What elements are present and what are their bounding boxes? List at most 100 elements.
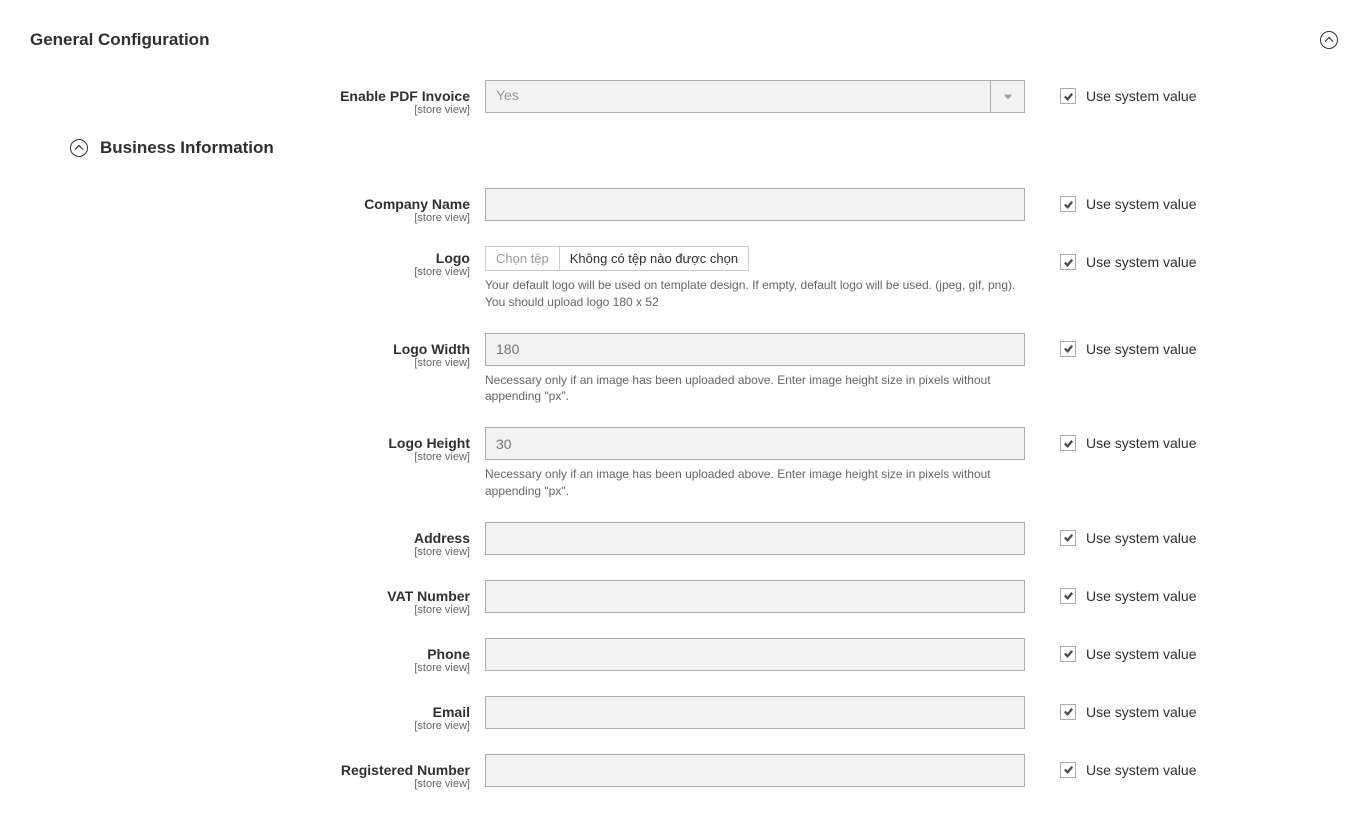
field-scope: [store view] — [30, 662, 470, 674]
label-col: Phone [store view] — [30, 638, 485, 674]
registered-number-input[interactable] — [485, 754, 1025, 787]
address-input[interactable] — [485, 522, 1025, 555]
use-system-label: Use system value — [1086, 341, 1196, 357]
subsection-collapse-toggle[interactable] — [70, 139, 88, 157]
use-system-label: Use system value — [1086, 435, 1196, 451]
checkbox-col: Use system value — [1025, 522, 1196, 546]
input-col — [485, 522, 1025, 555]
check-icon — [1063, 91, 1074, 102]
section-collapse-toggle[interactable] — [1320, 31, 1338, 49]
checkbox-col: Use system value — [1025, 754, 1196, 778]
field-label: Logo Height — [30, 435, 470, 451]
row-registered-number: Registered Number [store view] Use syste… — [30, 754, 1338, 790]
section-title: General Configuration — [30, 30, 209, 50]
use-system-label: Use system value — [1086, 588, 1196, 604]
company-name-input[interactable] — [485, 188, 1025, 221]
checkbox-col: Use system value — [1025, 427, 1196, 451]
use-system-checkbox[interactable] — [1060, 341, 1076, 357]
field-scope: [store view] — [30, 357, 470, 369]
row-vat-number: VAT Number [store view] Use system value — [30, 580, 1338, 616]
label-col: Email [store view] — [30, 696, 485, 732]
use-system-checkbox[interactable] — [1060, 762, 1076, 778]
use-system-checkbox[interactable] — [1060, 254, 1076, 270]
field-help: Necessary only if an image has been uplo… — [485, 466, 1025, 500]
check-icon — [1063, 648, 1074, 659]
use-system-label: Use system value — [1086, 704, 1196, 720]
checkbox-col: Use system value — [1025, 246, 1196, 270]
field-label: Logo — [30, 250, 470, 266]
field-label: Address — [30, 530, 470, 546]
logo-width-input[interactable] — [485, 333, 1025, 366]
file-choose-button[interactable]: Chọn tệp — [486, 247, 560, 270]
label-col: VAT Number [store view] — [30, 580, 485, 616]
field-help: Your default logo will be used on templa… — [485, 277, 1025, 311]
label-col: Address [store view] — [30, 522, 485, 558]
check-icon — [1063, 257, 1074, 268]
checkbox-col: Use system value — [1025, 696, 1196, 720]
field-scope: [store view] — [30, 546, 470, 558]
field-scope: [store view] — [30, 778, 470, 790]
chevron-down-icon — [1004, 93, 1012, 101]
use-system-label: Use system value — [1086, 762, 1196, 778]
email-input[interactable] — [485, 696, 1025, 729]
row-logo-width: Logo Width [store view] Necessary only i… — [30, 333, 1338, 406]
use-system-checkbox[interactable] — [1060, 646, 1076, 662]
input-col — [485, 188, 1025, 221]
section-header: General Configuration — [30, 30, 1338, 50]
chevron-up-icon — [74, 143, 84, 153]
checkbox-col: Use system value — [1025, 80, 1196, 104]
select-dropdown-button[interactable] — [990, 80, 1025, 113]
field-help: Necessary only if an image has been uplo… — [485, 372, 1025, 406]
checkbox-col: Use system value — [1025, 580, 1196, 604]
phone-input[interactable] — [485, 638, 1025, 671]
field-scope: [store view] — [30, 212, 470, 224]
logo-file-input[interactable]: Chọn tệp Không có tệp nào được chọn — [485, 246, 749, 271]
label-col: Logo Height [store view] — [30, 427, 485, 463]
file-status-text: Không có tệp nào được chọn — [560, 247, 748, 270]
label-col: Company Name [store view] — [30, 188, 485, 224]
select-value: Yes — [485, 80, 990, 113]
use-system-checkbox[interactable] — [1060, 435, 1076, 451]
row-enable-pdf: Enable PDF Invoice [store view] Yes Use … — [30, 80, 1338, 116]
use-system-checkbox[interactable] — [1060, 704, 1076, 720]
input-col — [485, 580, 1025, 613]
input-col — [485, 638, 1025, 671]
check-icon — [1063, 532, 1074, 543]
field-label: Email — [30, 704, 470, 720]
use-system-checkbox[interactable] — [1060, 530, 1076, 546]
label-col: Enable PDF Invoice [store view] — [30, 80, 485, 116]
use-system-checkbox[interactable] — [1060, 588, 1076, 604]
input-col: Chọn tệp Không có tệp nào được chọn Your… — [485, 246, 1025, 311]
input-col — [485, 754, 1025, 787]
field-label: Logo Width — [30, 341, 470, 357]
vat-number-input[interactable] — [485, 580, 1025, 613]
use-system-label: Use system value — [1086, 646, 1196, 662]
row-logo-height: Logo Height [store view] Necessary only … — [30, 427, 1338, 500]
check-icon — [1063, 343, 1074, 354]
use-system-label: Use system value — [1086, 88, 1196, 104]
field-label: Phone — [30, 646, 470, 662]
check-icon — [1063, 199, 1074, 210]
row-company-name: Company Name [store view] Use system val… — [30, 188, 1338, 224]
label-col: Logo Width [store view] — [30, 333, 485, 369]
input-col: Yes — [485, 80, 1025, 113]
enable-pdf-select[interactable]: Yes — [485, 80, 1025, 113]
label-col: Registered Number [store view] — [30, 754, 485, 790]
field-scope: [store view] — [30, 720, 470, 732]
use-system-label: Use system value — [1086, 254, 1196, 270]
field-label: Registered Number — [30, 762, 470, 778]
use-system-label: Use system value — [1086, 530, 1196, 546]
field-scope: [store view] — [30, 604, 470, 616]
use-system-label: Use system value — [1086, 196, 1196, 212]
logo-height-input[interactable] — [485, 427, 1025, 460]
field-label: Enable PDF Invoice — [30, 88, 470, 104]
field-label: VAT Number — [30, 588, 470, 604]
label-col: Logo [store view] — [30, 246, 485, 278]
subsection-title: Business Information — [100, 138, 274, 158]
use-system-checkbox[interactable] — [1060, 196, 1076, 212]
field-scope: [store view] — [30, 104, 470, 116]
use-system-checkbox[interactable] — [1060, 88, 1076, 104]
row-phone: Phone [store view] Use system value — [30, 638, 1338, 674]
row-logo: Logo [store view] Chọn tệp Không có tệp … — [30, 246, 1338, 311]
field-label: Company Name — [30, 196, 470, 212]
